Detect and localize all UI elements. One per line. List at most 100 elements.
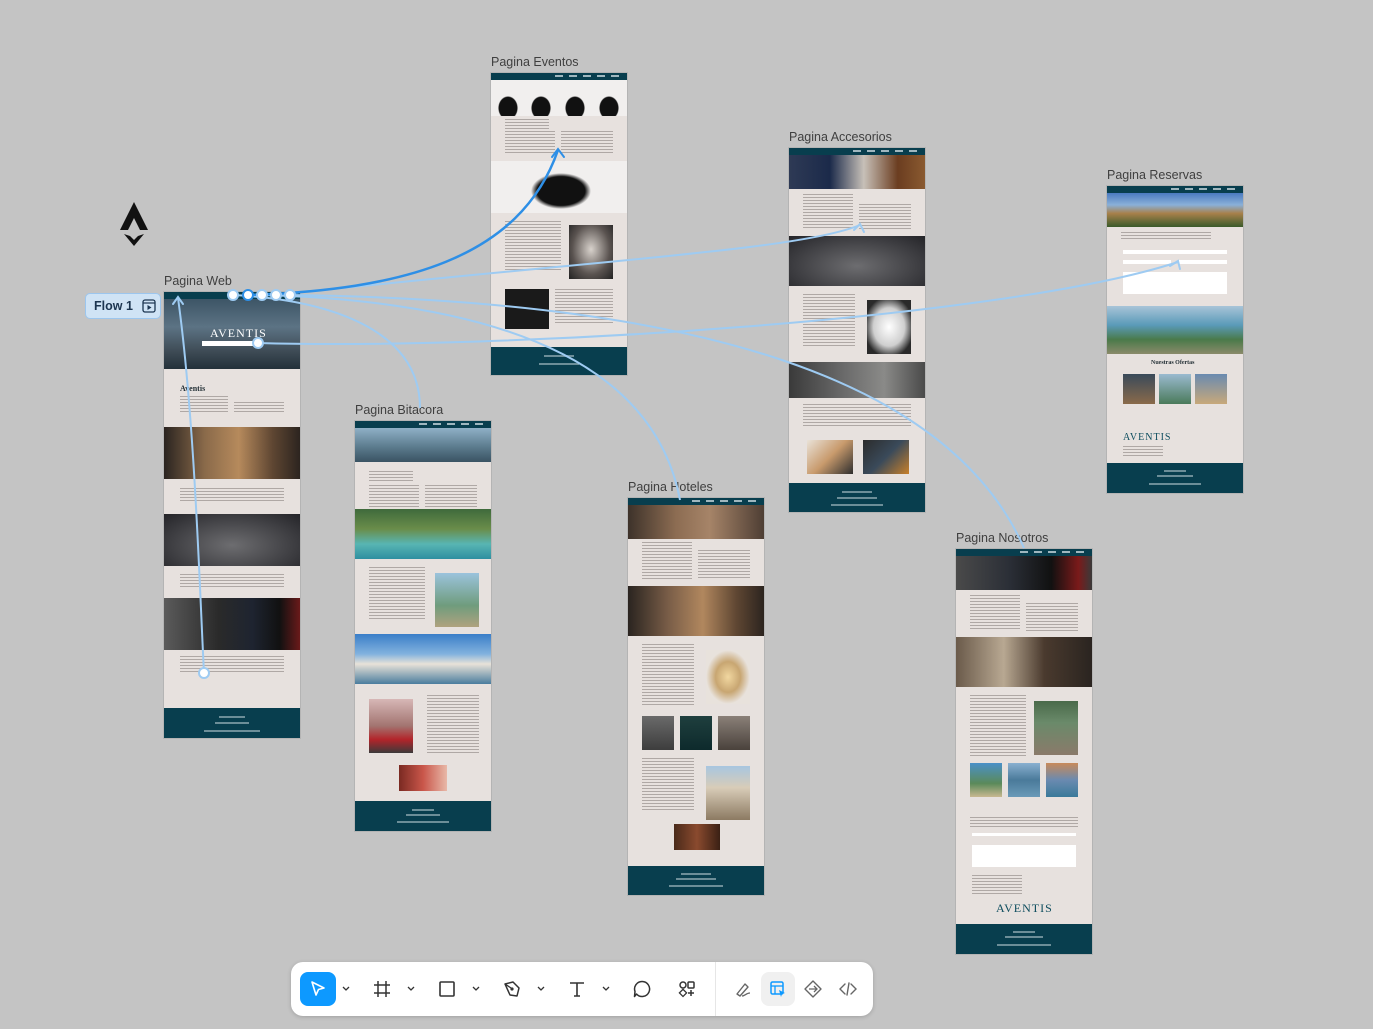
frame-pagina-accesorios[interactable] (789, 148, 925, 512)
travel-kit-image-1 (807, 440, 853, 474)
frame-label-nosotros[interactable]: Pagina Nosotros (956, 531, 1048, 545)
chevron-down-icon (537, 986, 545, 991)
team-hero-image (956, 556, 1092, 590)
frame-pagina-hoteles[interactable] (628, 498, 764, 895)
model-image (491, 161, 627, 213)
hero-search-bar (202, 341, 260, 346)
hash-frame-icon (374, 981, 390, 997)
design-mode-button[interactable] (761, 972, 795, 1006)
contact-form-field (972, 833, 1076, 836)
flow-label: Flow 1 (94, 299, 133, 313)
design-icon (770, 981, 785, 997)
hero-brand: AVENTIS (210, 326, 267, 340)
assets-tool-button[interactable] (670, 972, 704, 1006)
frame-nav-bar (789, 148, 925, 155)
hotel-lounge-image (628, 586, 764, 636)
marina-image (355, 634, 491, 684)
event-poster-image (505, 289, 549, 329)
room-image-3 (718, 716, 750, 750)
luggage-hero-image (789, 155, 925, 189)
frame-label-eventos[interactable]: Pagina Eventos (491, 55, 579, 69)
room-image-1 (642, 716, 674, 750)
comment-icon (633, 980, 651, 998)
prototype-mode-button[interactable] (796, 972, 830, 1006)
food-image (706, 650, 750, 704)
comment-tool-button[interactable] (625, 972, 659, 1006)
dev-mode-button[interactable] (831, 972, 865, 1006)
chevron-down-icon (602, 986, 610, 991)
meeting-image (956, 637, 1092, 687)
text-tool-menu[interactable] (600, 972, 612, 1006)
bags-set-image (789, 236, 925, 286)
frame-label-bitacora[interactable]: Pagina Bitacora (355, 403, 443, 417)
travel-kit-image-2 (863, 440, 909, 474)
frame-nav-bar (164, 292, 300, 299)
frame-label-hoteles[interactable]: Pagina Hoteles (628, 480, 713, 494)
offer-image-1 (1123, 374, 1155, 404)
portrait-image (569, 225, 613, 279)
cursor-icon (311, 981, 325, 996)
frame-footer (628, 866, 764, 895)
frame-footer (789, 483, 925, 512)
frame-footer (355, 801, 491, 831)
footer-brand: AVENTIS (996, 901, 1053, 915)
sneakers-image (867, 300, 911, 354)
destination-image-3 (1046, 763, 1078, 797)
move-tool-button[interactable] (300, 972, 336, 1006)
components-icon (678, 981, 695, 998)
hero-heading: Aventis (180, 384, 206, 393)
lounge-image (164, 427, 300, 479)
reservation-message (1123, 272, 1227, 294)
car-image (369, 699, 413, 753)
frame-pagina-reservas[interactable]: Nuestras Ofertas AVENTIS (1107, 186, 1243, 493)
city-image (1034, 701, 1078, 755)
frame-footer (956, 924, 1092, 954)
frame-pagina-nosotros[interactable]: AVENTIS (956, 549, 1092, 954)
frame-tool-menu[interactable] (405, 972, 417, 1006)
reservation-field-2 (1123, 260, 1171, 264)
fashion-hero-image (491, 80, 627, 116)
reservation-field-3 (1179, 260, 1227, 264)
frame-nav-bar (1107, 186, 1243, 193)
frame-footer (1107, 463, 1243, 493)
frame-pagina-eventos[interactable] (491, 73, 627, 375)
frame-label-reservas[interactable]: Pagina Reservas (1107, 168, 1202, 182)
pen-tool-button[interactable] (495, 972, 529, 1006)
bottom-toolbar (291, 962, 873, 1016)
frame-pagina-web[interactable]: AVENTIS Aventis (164, 292, 300, 738)
frame-footer (491, 347, 627, 375)
room-image-2 (680, 716, 712, 750)
text-tool-button[interactable] (560, 972, 594, 1006)
frame-nav-bar (491, 73, 627, 80)
coast-image (1107, 306, 1243, 354)
frame-nav-bar (956, 549, 1092, 556)
frame-tool-button[interactable] (365, 972, 399, 1006)
offer-image-2 (1159, 374, 1191, 404)
building-image (706, 766, 750, 820)
flow-starting-point[interactable]: Flow 1 (85, 293, 161, 319)
draw-mode-button[interactable] (726, 972, 760, 1006)
travel-image (164, 598, 300, 650)
interior-image (674, 824, 720, 850)
text-icon (570, 982, 584, 997)
app-logo-icon (120, 202, 148, 246)
bags-image (164, 514, 300, 566)
frame-pagina-bitacora[interactable] (355, 421, 491, 831)
frame-label-web[interactable]: Pagina Web (164, 274, 232, 288)
move-tool-menu[interactable] (340, 972, 352, 1006)
footer-brand: AVENTIS (1123, 432, 1172, 443)
shape-tool-button[interactable] (430, 972, 464, 1006)
hotel-lobby-image (628, 505, 764, 539)
pen-icon (504, 981, 520, 997)
harbor-image (355, 428, 491, 462)
contact-form-message (972, 845, 1076, 867)
offer-image-3 (1195, 374, 1227, 404)
frame-label-accesorios[interactable]: Pagina Accesorios (789, 130, 892, 144)
alhambra-image (1107, 193, 1243, 227)
play-flow-icon[interactable] (142, 299, 156, 313)
reservation-field-1 (1123, 250, 1227, 254)
shape-tool-menu[interactable] (470, 972, 482, 1006)
chevron-down-icon (407, 986, 415, 991)
destination-image-2 (1008, 763, 1040, 797)
pen-tool-menu[interactable] (535, 972, 547, 1006)
